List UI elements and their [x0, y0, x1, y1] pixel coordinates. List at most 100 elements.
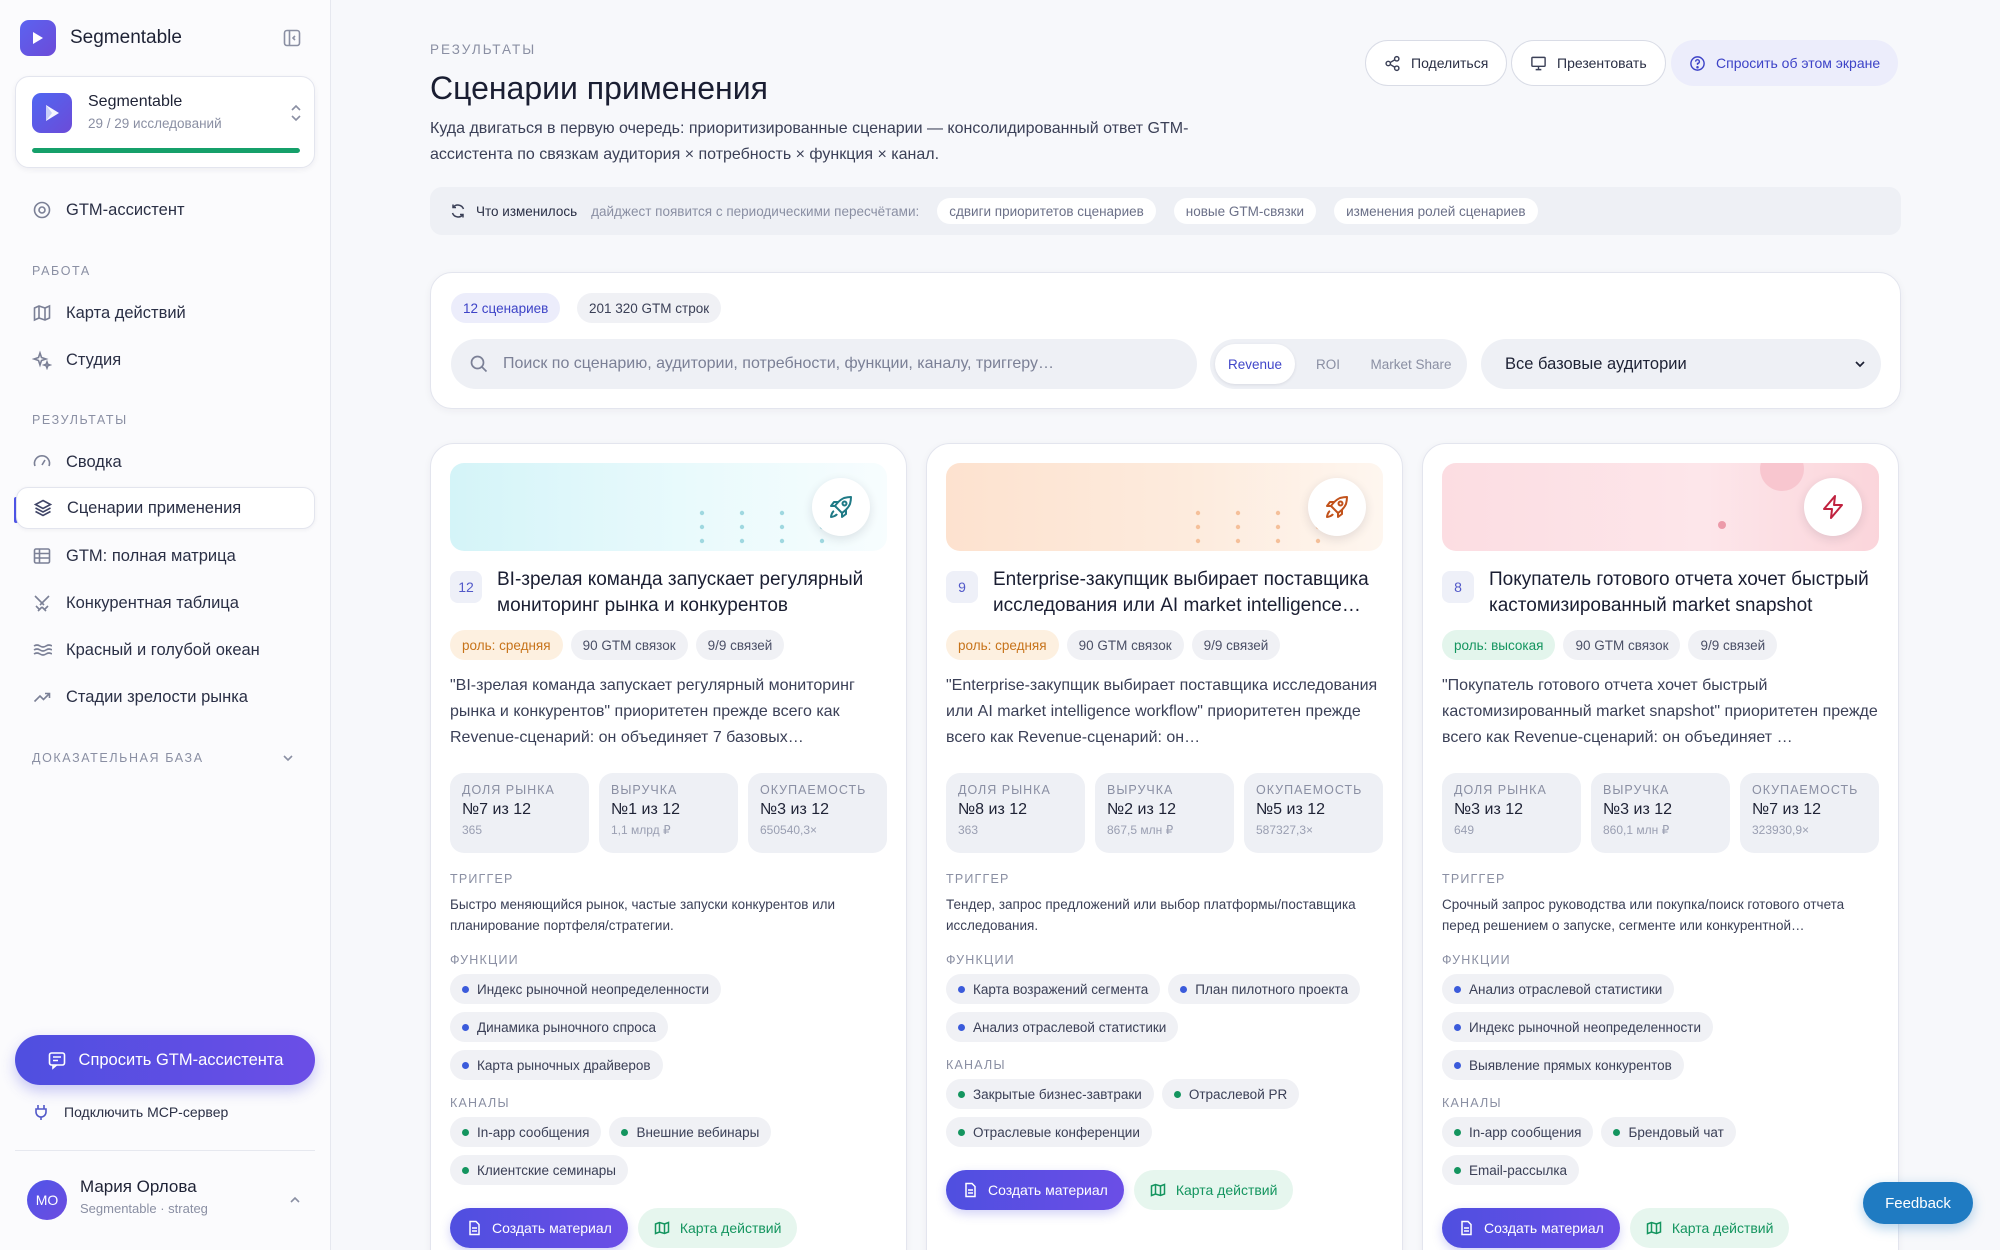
sidebar-item-market-maturity[interactable]: Стадии зрелости рынка	[16, 676, 315, 718]
action-map-button[interactable]: Карта действий	[1629, 1208, 1790, 1248]
card-title[interactable]: BI-зрелая команда запускает регулярный м…	[497, 567, 877, 619]
metric-label: ВЫРУЧКА	[611, 783, 678, 797]
role-badge: роль: средняя	[946, 630, 1059, 660]
workspace-switcher[interactable]: Segmentable 29 / 29 исследований	[15, 76, 315, 168]
card-title[interactable]: Покупатель готового отчета хочет быстрый…	[1489, 567, 1869, 619]
metric-option-market-share[interactable]: Market Share	[1361, 344, 1461, 384]
presentation-icon	[1531, 56, 1546, 70]
page-description: Куда двигаться в первую очередь: приорит…	[430, 120, 1189, 163]
sidebar-item-use-cases[interactable]: Сценарии применения	[16, 487, 315, 529]
section-results-label: РЕЗУЛЬТАТЫ	[32, 413, 128, 427]
brand-logo-icon	[20, 20, 56, 56]
sidebar-item-gtm-assistant[interactable]: GTM-ассистент	[16, 189, 315, 231]
search-input[interactable]: Поиск по сценарию, аудитории, потребност…	[451, 339, 1197, 389]
metric-sub: 867,5 млн ₽	[1107, 823, 1174, 837]
channel-tag[interactable]: In-app сообщения	[1442, 1117, 1594, 1147]
share-button[interactable]: Поделиться	[1365, 40, 1508, 86]
create-material-label: Создать материал	[492, 1220, 612, 1236]
sidebar-item-label: GTM: полная матрица	[66, 546, 236, 565]
sidebar-item-studio[interactable]: Студия	[16, 339, 315, 381]
create-material-button[interactable]: Создать материал	[946, 1170, 1124, 1210]
connect-mcp-link[interactable]: Подключить MCP-сервер	[32, 1103, 228, 1121]
gtm-links-badge: 90 GTM связок	[1066, 630, 1184, 660]
metric-sub: 363	[958, 823, 979, 837]
channel-tag[interactable]: Отраслевой PR	[1161, 1079, 1300, 1109]
role-badge: роль: высокая	[1442, 630, 1556, 660]
sidebar-item-gtm-matrix[interactable]: GTM: полная матрица	[16, 535, 315, 577]
scenario-card[interactable]: 8 Покупатель готового отчета хочет быстр…	[1422, 443, 1899, 1250]
functions-list: Карта возражений сегмента План пилотного…	[946, 974, 1391, 1042]
collapse-sidebar-icon[interactable]	[280, 26, 304, 50]
function-tag[interactable]: Индекс рыночной неопределенности	[1442, 1012, 1713, 1042]
trigger-text: Тендер, запрос предложений или выбор пла…	[946, 897, 1356, 933]
card-title[interactable]: Enterprise-закупщик выбирает поставщика …	[993, 567, 1373, 619]
brand[interactable]: Segmentable	[20, 20, 182, 56]
sidebar-item-competitive-table[interactable]: Конкурентная таблица	[16, 582, 315, 624]
user-name: Мария Орлова	[80, 1177, 197, 1196]
workspace-title: Segmentable	[88, 93, 183, 110]
channel-tag[interactable]: Email-рассылка	[1442, 1155, 1580, 1185]
present-button[interactable]: Презентовать	[1511, 40, 1666, 86]
avatar: МО	[27, 1180, 67, 1220]
audience-select[interactable]: Все базовые аудитории	[1481, 339, 1881, 389]
scenario-card[interactable]: 12 BI-зрелая команда запускает регулярны…	[430, 443, 907, 1250]
metric-roi: ОКУПАЕМОСТЬ №3 из 12 650540,3×	[748, 773, 887, 853]
changes-chip: новые GTM-связки	[1173, 198, 1317, 224]
card-banner	[946, 463, 1383, 551]
rocket-icon	[812, 478, 870, 536]
connections-badge: 9/9 связей	[1688, 630, 1778, 660]
channel-tag[interactable]: Клиентские семинары	[450, 1155, 628, 1185]
search-icon	[470, 355, 488, 373]
function-tag[interactable]: Динамика рыночного спроса	[450, 1012, 669, 1042]
workspace-logo-icon	[32, 93, 72, 133]
feedback-button[interactable]: Feedback	[1863, 1182, 1973, 1224]
function-tag[interactable]: Анализ отраслевой статистики	[946, 1012, 1179, 1042]
function-tag[interactable]: Выявление прямых конкурентов	[1442, 1050, 1684, 1080]
ask-gtm-assistant-button[interactable]: Спросить GTM-ассистента	[15, 1035, 315, 1085]
scenario-card[interactable]: 9 Enterprise-закупщик выбирает поставщик…	[926, 443, 1403, 1250]
table-icon	[33, 548, 51, 564]
channel-tag[interactable]: Брендовый чат	[1601, 1117, 1736, 1147]
metric-label: ВЫРУЧКА	[1107, 783, 1174, 797]
channel-tag[interactable]: Отраслевые конференции	[946, 1117, 1152, 1147]
metric-value: №5 из 12	[1256, 801, 1326, 818]
brand-name: Segmentable	[70, 27, 182, 48]
metric-option-revenue[interactable]: Revenue	[1215, 344, 1295, 384]
sidebar-item-summary[interactable]: Сводка	[16, 441, 315, 483]
sidebar-divider	[15, 1150, 315, 1151]
sidebar-item-action-map[interactable]: Карта действий	[16, 292, 315, 334]
role-badge: роль: средняя	[450, 630, 563, 660]
channel-tag[interactable]: Закрытые бизнес-завтраки	[946, 1079, 1154, 1109]
metric-option-roi[interactable]: ROI	[1299, 344, 1357, 384]
ask-about-screen-button[interactable]: Спросить об этом экране	[1671, 40, 1899, 86]
card-banner	[1442, 463, 1879, 551]
changes-chip: сдвиги приоритетов сценариев	[937, 198, 1156, 224]
gtm-links-badge: 90 GTM связок	[570, 630, 688, 660]
function-tag[interactable]: Карта рыночных драйверов	[450, 1050, 663, 1080]
function-tag[interactable]: Индекс рыночной неопределенности	[450, 974, 721, 1004]
metric-label: ОКУПАЕМОСТЬ	[1256, 783, 1363, 797]
channel-tag[interactable]: In-app сообщения	[450, 1117, 602, 1147]
action-map-button[interactable]: Карта действий	[637, 1208, 798, 1248]
function-tag[interactable]: Анализ отраслевой статистики	[1442, 974, 1675, 1004]
card-quote: "BI-зрелая команда запускает регулярный …	[450, 677, 855, 746]
changes-hint: дайджест появится с периодическими перес…	[591, 203, 920, 219]
function-tag[interactable]: План пилотного проекта	[1168, 974, 1361, 1004]
layers-icon	[33, 499, 53, 517]
action-map-button[interactable]: Карта действий	[1133, 1170, 1294, 1210]
changes-title: Что изменилось	[476, 203, 578, 219]
gtm-rows-count-badge: 201 320 GTM строк	[577, 293, 722, 323]
assistant-icon	[33, 201, 51, 219]
chevron-down-icon[interactable]	[280, 750, 296, 766]
function-tag[interactable]: Карта возражений сегмента	[946, 974, 1161, 1004]
create-material-button[interactable]: Создать материал	[1442, 1208, 1620, 1248]
functions-list: Анализ отраслевой статистики Индекс рыно…	[1442, 974, 1772, 1080]
channel-tag[interactable]: Внешние вебинары	[609, 1117, 772, 1147]
user-menu[interactable]: МО Мария Орлова Segmentable · strateg	[27, 1175, 307, 1225]
section-evidence-toggle[interactable]: ДОКАЗАТЕЛЬНАЯ БАЗА	[32, 751, 204, 765]
sidebar-item-red-blue-ocean[interactable]: Красный и голубой океан	[16, 629, 315, 671]
workspace-progress-bar	[32, 148, 300, 153]
create-material-button[interactable]: Создать материал	[450, 1208, 628, 1248]
metric-roi: ОКУПАЕМОСТЬ №5 из 12 587327,3×	[1244, 773, 1383, 853]
trigger-text: Срочный запрос руководства или покупка/п…	[1442, 897, 1845, 933]
